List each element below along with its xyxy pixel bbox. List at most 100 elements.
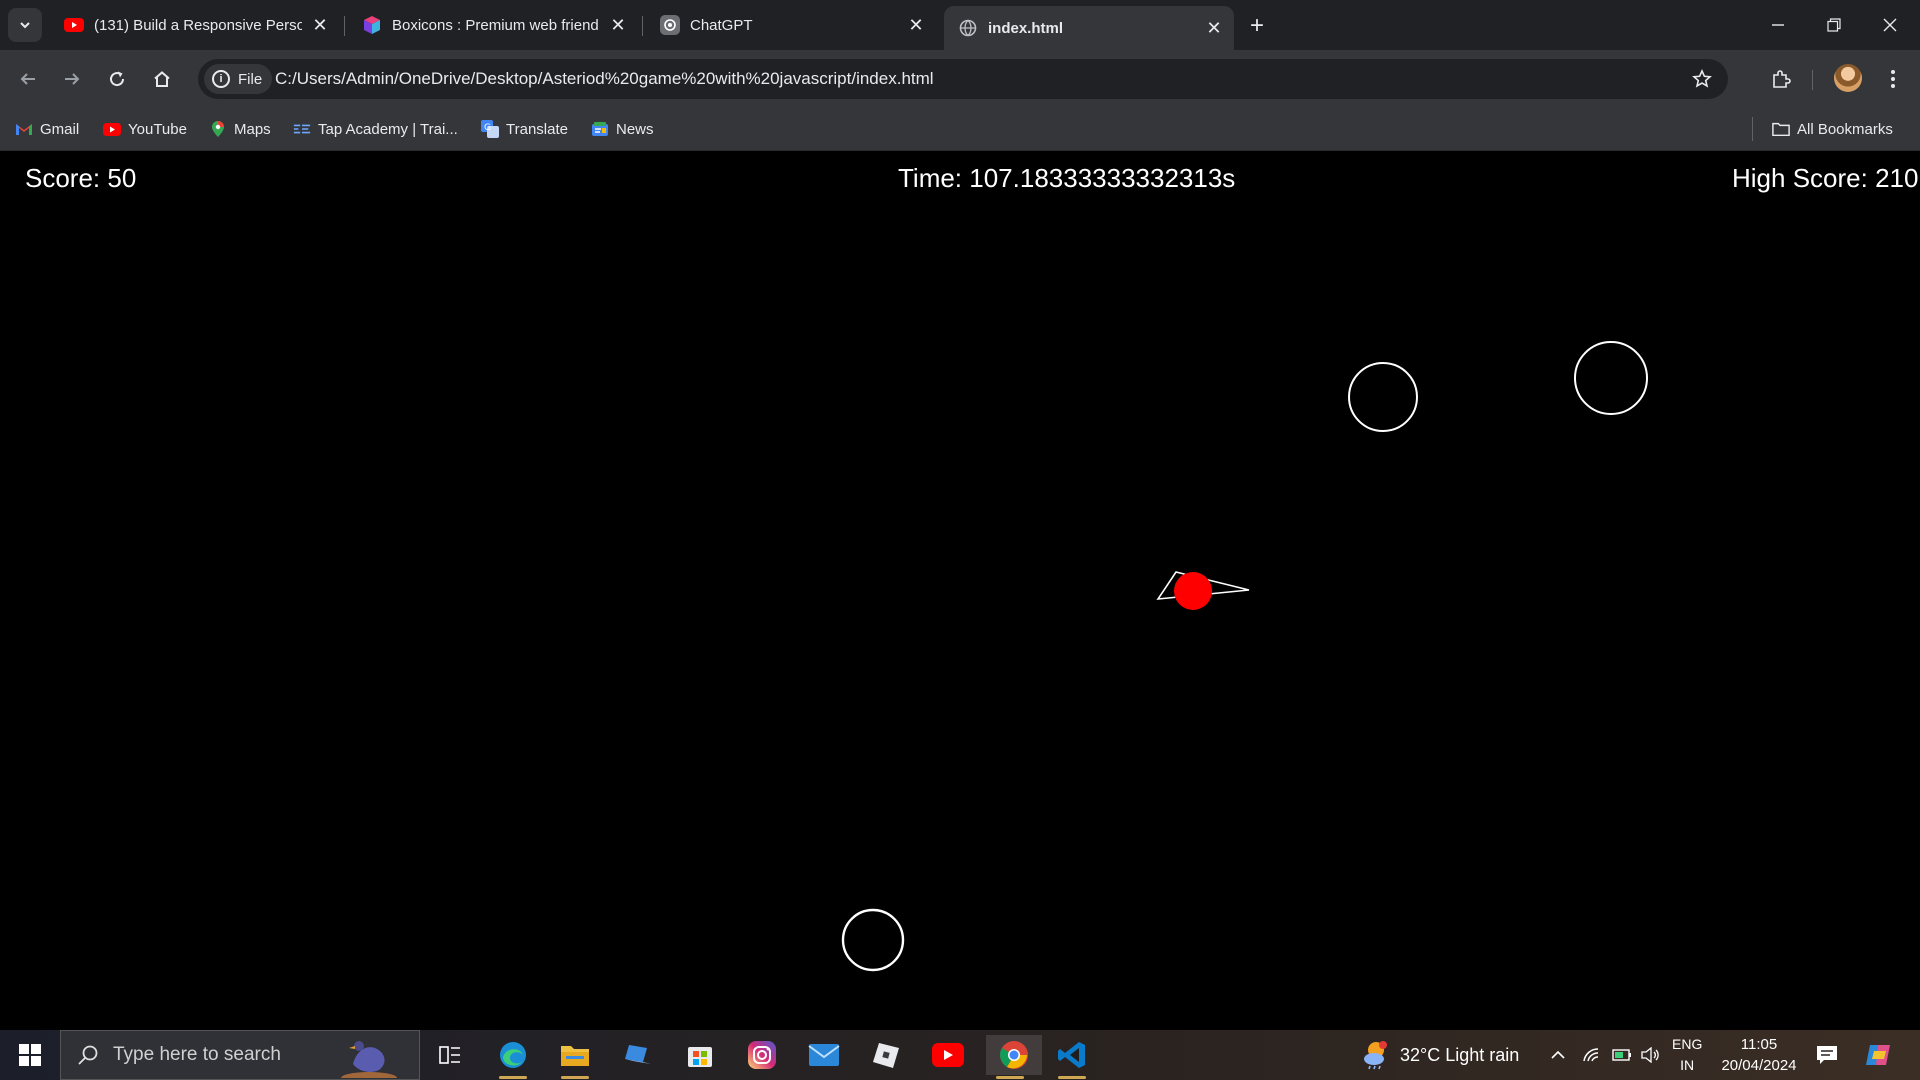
task-view-icon	[439, 1046, 460, 1064]
game-canvas[interactable]: Score: 50 Time: 107.18333333332313s High…	[0, 151, 1920, 1030]
minimize-icon	[1772, 24, 1784, 26]
all-bookmarks-button[interactable]: All Bookmarks	[1772, 117, 1893, 141]
copilot-icon	[1866, 1045, 1890, 1065]
taskbar-edge[interactable]	[489, 1035, 537, 1079]
bookmark-youtube[interactable]: YouTube	[103, 117, 187, 141]
bookmark-label: Translate	[506, 120, 568, 138]
start-button[interactable]	[8, 1037, 52, 1073]
close-icon[interactable]: ✕	[906, 15, 926, 35]
restore-icon	[1827, 18, 1841, 32]
instagram-icon	[748, 1041, 776, 1069]
bookmark-label: Tap Academy | Trai...	[318, 120, 458, 138]
region-code: IN	[1680, 1057, 1695, 1073]
tab-title: Boxicons : Premium web friend	[392, 16, 599, 34]
taskbar-youtube[interactable]	[924, 1035, 972, 1075]
speaker-icon	[1641, 1047, 1659, 1063]
close-icon[interactable]: ✕	[608, 15, 628, 35]
weather-widget[interactable]: 32°C Light rain	[1360, 1030, 1519, 1080]
close-icon	[1883, 18, 1897, 32]
taskbar-chrome[interactable]	[986, 1035, 1042, 1079]
restore-button[interactable]	[1806, 0, 1862, 50]
bookmark-news[interactable]: News	[591, 117, 654, 141]
weather-rain-icon	[1364, 1041, 1387, 1070]
clock-time: 11:05	[1740, 1036, 1778, 1053]
taskbar-file-explorer[interactable]	[551, 1035, 599, 1079]
bookmark-label: Maps	[234, 120, 271, 138]
edge-icon	[500, 1042, 526, 1068]
battery-button[interactable]	[1612, 1030, 1632, 1080]
taskbar-mail[interactable]	[800, 1035, 848, 1075]
task-view-button[interactable]	[426, 1035, 474, 1075]
tab-search-button[interactable]	[8, 8, 42, 42]
bookmark-translate[interactable]: G Translate	[481, 117, 568, 141]
vscode-icon	[1058, 1042, 1085, 1068]
youtube-icon	[932, 1043, 964, 1067]
address-bar[interactable]: i File C:/Users/Admin/OneDrive/Desktop/A…	[198, 59, 1728, 99]
bookmark-maps[interactable]: Maps	[209, 117, 271, 141]
wifi-icon	[1583, 1048, 1599, 1062]
tab-youtube[interactable]: (131) Build a Responsive Persor ✕	[50, 6, 340, 44]
tab-title: index.html	[988, 19, 1064, 37]
bird-illustration-icon	[341, 1041, 397, 1078]
network-button[interactable]	[1582, 1030, 1600, 1080]
arrow-right-icon	[65, 73, 80, 85]
hidden-icons-button[interactable]	[1550, 1030, 1566, 1080]
minimize-button[interactable]	[1750, 0, 1806, 50]
youtube-icon	[64, 15, 84, 35]
url-text[interactable]: C:/Users/Admin/OneDrive/Desktop/Asteriod…	[275, 69, 934, 89]
bookmark-label: Gmail	[40, 120, 80, 138]
new-tab-button[interactable]: +	[1243, 12, 1271, 40]
back-button[interactable]	[11, 62, 45, 96]
bookmark-star-button[interactable]	[1690, 67, 1714, 91]
tab-boxicons[interactable]: Boxicons : Premium web friend ✕	[348, 6, 638, 44]
puzzle-icon	[1773, 70, 1791, 88]
taskbar: Type here to search 32°C Light rain ENG …	[0, 1030, 1920, 1080]
folder-icon	[561, 1046, 589, 1066]
copilot-button[interactable]	[1864, 1030, 1894, 1080]
reload-button[interactable]	[100, 62, 134, 96]
clock-date: 20/04/2024	[1721, 1057, 1797, 1074]
home-button[interactable]	[145, 62, 179, 96]
gmail-icon	[15, 120, 33, 138]
chatgpt-icon	[660, 15, 680, 35]
tab-separator	[344, 16, 345, 36]
browser-toolbar: i File C:/Users/Admin/OneDrive/Desktop/A…	[0, 50, 1920, 107]
close-icon[interactable]: ✕	[310, 15, 330, 35]
tab-chatgpt[interactable]: ChatGPT ✕	[646, 6, 936, 44]
chevron-up-icon	[1551, 1050, 1565, 1059]
taskbar-roblox[interactable]	[862, 1035, 910, 1075]
bookmark-label: YouTube	[128, 120, 187, 138]
tab-index-html[interactable]: index.html ✕	[944, 6, 1234, 50]
star-icon	[1692, 69, 1712, 88]
chevron-down-icon	[20, 22, 30, 29]
forward-button[interactable]	[55, 62, 89, 96]
folder-icon	[1772, 120, 1790, 138]
bookmark-gmail[interactable]: Gmail	[15, 117, 79, 141]
taskbar-instagram[interactable]	[738, 1035, 786, 1075]
system-clock[interactable]: 11:05 20/04/2024	[1700, 1034, 1818, 1076]
translate-icon: G	[481, 120, 499, 138]
menu-button[interactable]	[1876, 62, 1910, 96]
maps-icon	[209, 120, 227, 138]
taskbar-vscode[interactable]	[1048, 1035, 1096, 1079]
toolbar-separator	[1812, 70, 1813, 90]
mail-icon	[808, 1044, 840, 1066]
profile-avatar[interactable]	[1834, 64, 1862, 92]
notifications-button[interactable]	[1816, 1030, 1838, 1080]
taskbar-search[interactable]: Type here to search	[60, 1030, 420, 1080]
close-icon[interactable]: ✕	[1204, 18, 1224, 38]
screen: (131) Build a Responsive Persor ✕ Boxico…	[0, 0, 1920, 1080]
volume-button[interactable]	[1640, 1030, 1660, 1080]
taskbar-microsoft-store[interactable]	[676, 1035, 724, 1075]
tab-title: ChatGPT	[690, 16, 753, 34]
arrow-left-icon	[20, 73, 35, 85]
close-window-button[interactable]	[1862, 0, 1918, 50]
extensions-button[interactable]	[1764, 62, 1798, 96]
bookmarks-separator	[1752, 117, 1753, 141]
site-info-chip[interactable]: i File	[204, 64, 273, 94]
taskbar-app[interactable]	[614, 1035, 662, 1075]
input-language[interactable]: ENG IN	[1672, 1034, 1702, 1076]
tab-strip: (131) Build a Responsive Persor ✕ Boxico…	[0, 0, 1920, 50]
bookmark-tap-academy[interactable]: Tap Academy | Trai...	[293, 117, 458, 141]
more-vertical-icon	[1891, 70, 1895, 88]
